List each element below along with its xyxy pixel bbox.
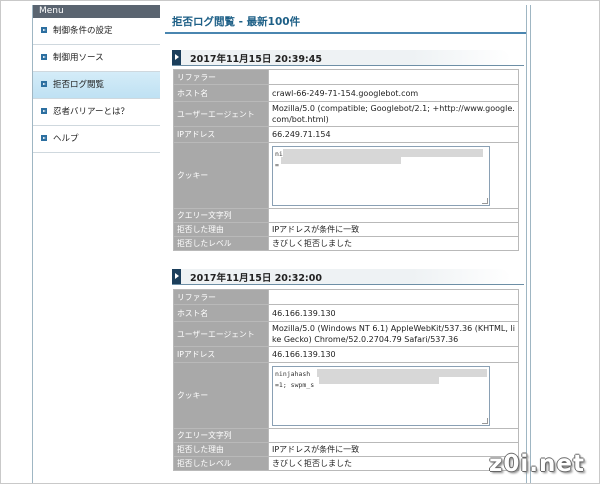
sidebar-item-label: 拒否ログ閲覧 bbox=[53, 80, 105, 90]
sidebar-item-label: 制御条件の設定 bbox=[53, 26, 113, 36]
cookie-text-line: =1; swpm_s bbox=[275, 380, 315, 389]
field-label: リファラー bbox=[173, 69, 269, 85]
title-divider bbox=[165, 32, 526, 34]
field-label: クッキー bbox=[173, 362, 269, 429]
host-value: 46.166.139.130 bbox=[268, 304, 519, 322]
cookie-textarea[interactable]: ninjahash =1; swpm_s bbox=[272, 365, 490, 426]
redacted-block bbox=[317, 368, 487, 377]
ip-value: 66.249.71.154 bbox=[268, 126, 519, 143]
field-label: ユーザーエージェント bbox=[173, 321, 269, 347]
resize-handle-icon[interactable] bbox=[482, 197, 488, 204]
field-label: IPアドレス bbox=[173, 126, 269, 143]
log-entry-table: リファラー ホスト名 crawl-66-249-71-154.googlebot… bbox=[173, 69, 519, 251]
field-label: IPアドレス bbox=[173, 346, 269, 363]
redacted-block bbox=[319, 376, 439, 384]
field-label: クエリー文字列 bbox=[173, 208, 269, 223]
right-divider bbox=[530, 5, 531, 483]
level-value: きびしく拒否しました bbox=[268, 456, 519, 471]
redacted-block bbox=[283, 148, 483, 157]
field-label: クッキー bbox=[173, 142, 269, 209]
referer-value bbox=[268, 289, 519, 305]
field-label: 拒否したレベル bbox=[173, 456, 269, 471]
arrow-bullet-icon bbox=[41, 81, 47, 87]
log-datetime: 2017年11月15日 20:39:45 bbox=[190, 54, 322, 65]
sidebar: Menu 制御条件の設定 制御用ソース 拒否ログ閲覧 忍者バリアーとは？ ヘルプ bbox=[32, 5, 161, 483]
sidebar-item-label: ヘルプ bbox=[53, 134, 79, 144]
menu-header: Menu bbox=[33, 5, 160, 18]
main-content: 拒否ログ閲覧 - 最新100件 2017年11月15日 20:39:45 リファ… bbox=[160, 5, 527, 483]
reason-value: IPアドレスが条件に一致 bbox=[268, 442, 519, 457]
sidebar-item-reject-log[interactable]: 拒否ログ閲覧 bbox=[33, 72, 160, 99]
arrow-right-icon bbox=[172, 269, 181, 284]
sidebar-item-label: 制御用ソース bbox=[53, 53, 104, 63]
sidebar-item-control-source[interactable]: 制御用ソース bbox=[33, 45, 160, 72]
log-datetime: 2017年11月15日 20:32:00 bbox=[190, 273, 322, 284]
field-label: 拒否した理由 bbox=[173, 442, 269, 457]
sidebar-item-help[interactable]: ヘルプ bbox=[33, 126, 160, 153]
log-entry-header: 2017年11月15日 20:32:00 bbox=[172, 269, 524, 285]
resize-handle-icon[interactable] bbox=[482, 417, 488, 424]
field-label: ホスト名 bbox=[173, 84, 269, 102]
log-entry-header: 2017年11月15日 20:39:45 bbox=[172, 50, 524, 66]
referer-value bbox=[268, 69, 519, 85]
query-value bbox=[268, 428, 519, 443]
field-label: 拒否したレベル bbox=[173, 236, 269, 251]
arrow-bullet-icon bbox=[41, 27, 47, 33]
ip-value: 46.166.139.130 bbox=[268, 346, 519, 363]
query-value bbox=[268, 208, 519, 223]
sidebar-item-control-settings[interactable]: 制御条件の設定 bbox=[33, 18, 160, 45]
field-label: リファラー bbox=[173, 289, 269, 305]
cookie-text-line: ninjahash bbox=[275, 369, 311, 378]
sidebar-item-label: 忍者バリアーとは？ bbox=[53, 107, 129, 117]
arrow-bullet-icon bbox=[41, 135, 47, 141]
page-title: 拒否ログ閲覧 - 最新100件 bbox=[172, 16, 301, 28]
cookie-textarea[interactable]: ni = bbox=[272, 145, 490, 206]
reason-value: IPアドレスが条件に一致 bbox=[268, 222, 519, 237]
field-label: 拒否した理由 bbox=[173, 222, 269, 237]
host-value: crawl-66-249-71-154.googlebot.com bbox=[268, 84, 519, 102]
field-label: ユーザーエージェント bbox=[173, 101, 269, 127]
field-label: ホスト名 bbox=[173, 304, 269, 322]
sidebar-item-about-ninja-barrier[interactable]: 忍者バリアーとは？ bbox=[33, 99, 160, 126]
field-label: クエリー文字列 bbox=[173, 428, 269, 443]
user-agent-value: Mozilla/5.0 (Windows NT 6.1) AppleWebKit… bbox=[268, 321, 519, 347]
redacted-block bbox=[281, 156, 401, 164]
arrow-bullet-icon bbox=[41, 108, 47, 114]
log-entry-table: リファラー ホスト名 46.166.139.130 ユーザーエージェント Moz… bbox=[173, 289, 519, 471]
user-agent-value: Mozilla/5.0 (compatible; Googlebot/2.1; … bbox=[268, 101, 519, 127]
watermark: z0i.net bbox=[489, 451, 585, 477]
app-window: Menu 制御条件の設定 制御用ソース 拒否ログ閲覧 忍者バリアーとは？ ヘルプ… bbox=[0, 0, 600, 484]
arrow-bullet-icon bbox=[41, 54, 47, 60]
arrow-right-icon bbox=[172, 50, 181, 65]
level-value: きびしく拒否しました bbox=[268, 236, 519, 251]
